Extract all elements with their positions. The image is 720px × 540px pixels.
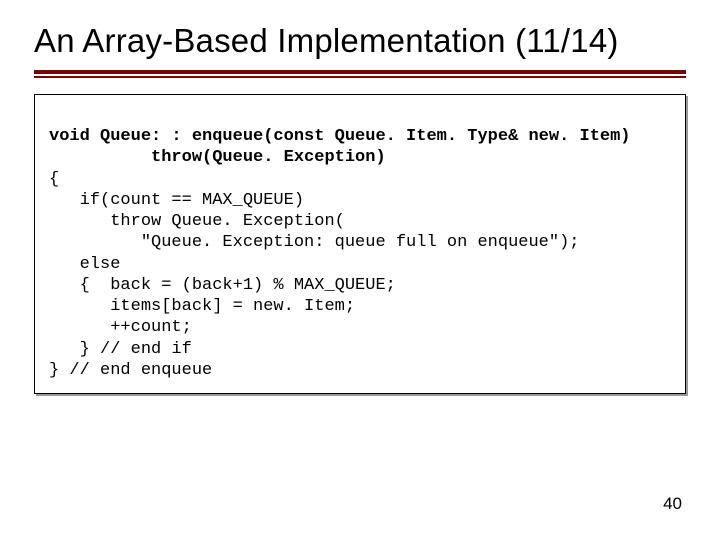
rule-thick [34, 70, 686, 74]
code-line: ++count; [49, 318, 192, 337]
slide-title: An Array-Based Implementation (11/14) [34, 22, 686, 60]
code-line: void Queue: : enqueue(const Queue. Item.… [49, 127, 631, 146]
code-line: "Queue. Exception: queue full on enqueue… [49, 233, 580, 252]
slide: An Array-Based Implementation (11/14) vo… [0, 0, 720, 540]
code-line: throw Queue. Exception( [49, 212, 345, 231]
code-line: if(count == MAX_QUEUE) [49, 191, 304, 210]
code-line: items[back] = new. Item; [49, 297, 355, 316]
title-underline [34, 70, 686, 78]
code-line: } // end enqueue [49, 361, 212, 380]
code-line: else [49, 255, 120, 274]
code-block: void Queue: : enqueue(const Queue. Item.… [49, 105, 671, 381]
code-box: void Queue: : enqueue(const Queue. Item.… [34, 94, 686, 394]
rule-thin [34, 76, 686, 78]
page-number: 40 [663, 494, 682, 514]
code-line: throw(Queue. Exception) [49, 148, 386, 167]
code-line: { back = (back+1) % MAX_QUEUE; [49, 276, 396, 295]
code-line: } // end if [49, 340, 192, 359]
code-line: { [49, 170, 59, 189]
